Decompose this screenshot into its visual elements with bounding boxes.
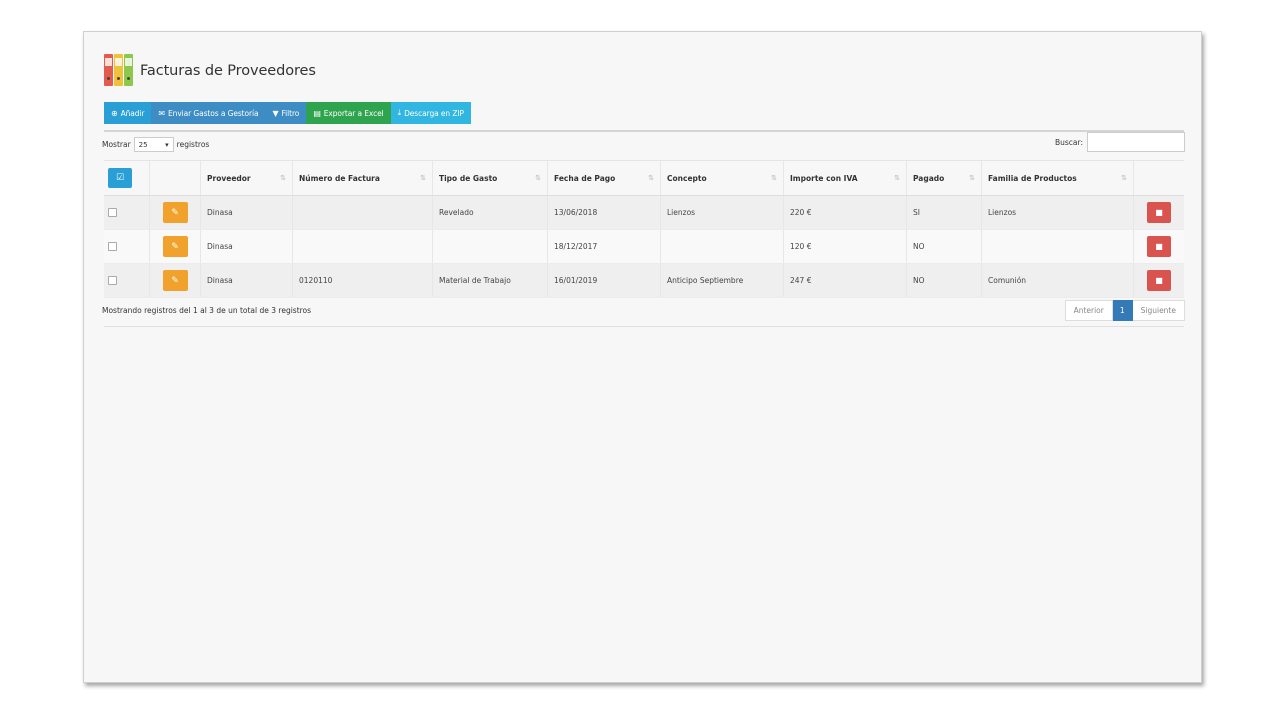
- cell-fecha: 13/06/2018: [548, 196, 661, 229]
- file-icon: ▤: [313, 108, 321, 118]
- delete-button[interactable]: ■: [1147, 236, 1171, 257]
- row-checkbox[interactable]: [108, 276, 117, 285]
- toolbar-divider: [104, 130, 1184, 132]
- row-checkbox[interactable]: [108, 208, 117, 217]
- select-all-button[interactable]: ☑: [108, 168, 132, 188]
- filter-button[interactable]: ▼ Filtro: [265, 102, 307, 124]
- sort-icon: ⇅: [1121, 174, 1127, 182]
- envelope-icon: ✉: [158, 108, 166, 118]
- cell-proveedor: Dinasa: [201, 196, 293, 229]
- table-row: ✎ Dinasa 18/12/2017 120 € NO ■: [104, 230, 1184, 264]
- search-input[interactable]: [1087, 132, 1185, 152]
- binders-icon: [104, 52, 134, 86]
- table-info: Mostrando registros del 1 al 3 de un tot…: [102, 306, 312, 315]
- cell-numero: [293, 196, 433, 229]
- cell-pagado: NO: [907, 230, 982, 263]
- header-concepto[interactable]: Concepto ⇅: [661, 161, 784, 195]
- cell-importe: 220 €: [784, 196, 907, 229]
- trash-icon: ■: [1155, 242, 1163, 251]
- cell-familia: [982, 230, 1134, 263]
- cell-concepto: [661, 230, 784, 263]
- app-window: Facturas de Proveedores ⊕ Añadir ✉ Envia…: [83, 31, 1202, 683]
- cell-numero: 0120110: [293, 264, 433, 297]
- trash-icon: ■: [1155, 208, 1163, 217]
- cell-pagado: SI: [907, 196, 982, 229]
- cell-fecha: 16/01/2019: [548, 264, 661, 297]
- table-row: ✎ Dinasa Revelado 13/06/2018 Lienzos 220…: [104, 196, 1184, 230]
- filter-icon: ▼: [272, 108, 279, 118]
- caret-down-icon: ▾: [165, 140, 169, 149]
- edit-button[interactable]: ✎: [162, 270, 188, 291]
- search-control: Buscar:: [1055, 132, 1185, 152]
- send-to-agency-button[interactable]: ✉ Enviar Gastos a Gestoría: [151, 102, 266, 124]
- page-title: Facturas de Proveedores: [140, 63, 316, 79]
- cell-fecha: 18/12/2017: [548, 230, 661, 263]
- plus-circle-icon: ⊕: [111, 108, 118, 118]
- cell-concepto: Lienzos: [661, 196, 784, 229]
- header-familia[interactable]: Familia de Productos ⇅: [982, 161, 1134, 195]
- delete-button[interactable]: ■: [1147, 270, 1171, 291]
- pagination: Anterior 1 Siguiente: [1064, 300, 1185, 321]
- sort-icon: ⇅: [420, 174, 426, 182]
- footer-divider: [104, 326, 1184, 327]
- page-header: Facturas de Proveedores: [104, 52, 316, 86]
- cell-familia: Lienzos: [982, 196, 1134, 229]
- cell-pagado: NO: [907, 264, 982, 297]
- sort-icon: ⇅: [535, 174, 541, 182]
- page-length-select[interactable]: 25 ▾: [133, 137, 174, 152]
- header-numero[interactable]: Número de Factura ⇅: [293, 161, 433, 195]
- cell-importe: 247 €: [784, 264, 907, 297]
- page-1-button[interactable]: 1: [1112, 300, 1133, 321]
- toolbar: ⊕ Añadir ✉ Enviar Gastos a Gestoría ▼ Fi…: [104, 102, 471, 124]
- next-page-button[interactable]: Siguiente: [1132, 300, 1185, 321]
- sort-icon: ⇅: [894, 174, 900, 182]
- cell-tipo: [433, 230, 548, 263]
- row-checkbox[interactable]: [108, 242, 117, 251]
- table-header: ☑ Proveedor ⇅ Número de Factura ⇅ Tipo d…: [104, 161, 1184, 196]
- sort-icon: ⇅: [969, 174, 975, 182]
- check-square-icon: ☑: [115, 173, 125, 183]
- cell-concepto: Anticipo Septiembre: [661, 264, 784, 297]
- sort-icon: ⇅: [648, 174, 654, 182]
- cell-importe: 120 €: [784, 230, 907, 263]
- pencil-icon: ✎: [171, 207, 179, 218]
- prev-page-button[interactable]: Anterior: [1064, 300, 1113, 321]
- delete-button[interactable]: ■: [1147, 202, 1171, 223]
- download-zip-button[interactable]: ⤓ Descarga en ZIP: [390, 102, 471, 124]
- header-importe[interactable]: Importe con IVA ⇅: [784, 161, 907, 195]
- trash-icon: ■: [1155, 276, 1163, 285]
- download-icon: ⤓: [397, 108, 402, 117]
- pencil-icon: ✎: [171, 275, 179, 286]
- search-label: Buscar:: [1054, 137, 1083, 147]
- cell-familia: Comunión: [982, 264, 1134, 297]
- sort-icon: ⇅: [771, 174, 777, 182]
- cell-numero: [293, 230, 433, 263]
- cell-proveedor: Dinasa: [201, 264, 293, 297]
- export-excel-button[interactable]: ▤ Exportar a Excel: [306, 102, 391, 124]
- header-pagado[interactable]: Pagado ⇅: [907, 161, 982, 195]
- cell-tipo: Material de Trabajo: [433, 264, 548, 297]
- sort-asc-icon: ⇅: [280, 174, 286, 182]
- page-length-control: Mostrar 25 ▾ registros: [102, 137, 209, 152]
- header-proveedor[interactable]: Proveedor ⇅: [201, 161, 293, 195]
- add-button[interactable]: ⊕ Añadir: [104, 102, 152, 124]
- cell-tipo: Revelado: [433, 196, 548, 229]
- header-fecha[interactable]: Fecha de Pago ⇅: [548, 161, 661, 195]
- pencil-icon: ✎: [171, 241, 179, 252]
- table-row: ✎ Dinasa 0120110 Material de Trabajo 16/…: [104, 264, 1184, 298]
- header-tipo[interactable]: Tipo de Gasto ⇅: [433, 161, 548, 195]
- edit-button[interactable]: ✎: [162, 202, 188, 223]
- edit-button[interactable]: ✎: [162, 236, 188, 257]
- cell-proveedor: Dinasa: [201, 230, 293, 263]
- invoices-table: ☑ Proveedor ⇅ Número de Factura ⇅ Tipo d…: [104, 160, 1184, 298]
